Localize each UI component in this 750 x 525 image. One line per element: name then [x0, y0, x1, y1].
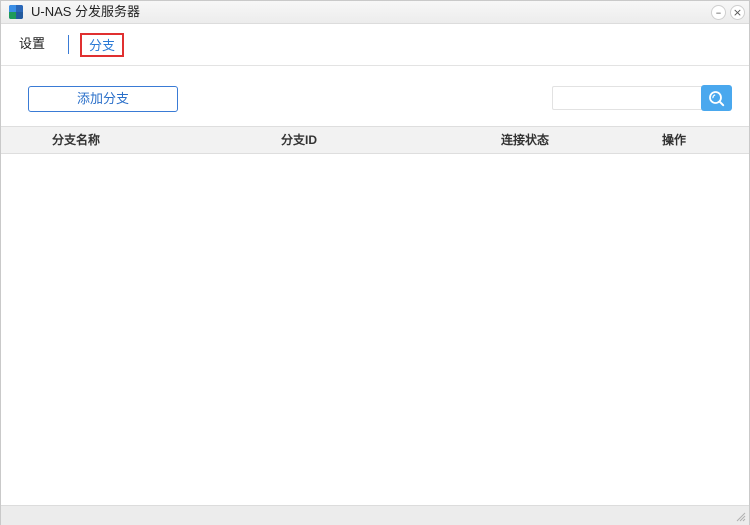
search-button[interactable] — [701, 85, 732, 111]
tab-divider — [68, 35, 69, 54]
title-bar: U-NAS 分发服务器 – × — [1, 1, 749, 24]
column-header-branch-id: 分支ID — [281, 133, 318, 147]
minimize-button[interactable]: – — [711, 5, 726, 20]
app-logo-icon — [9, 5, 23, 19]
tab-branch[interactable]: 分支 — [80, 33, 124, 57]
resize-grip-icon[interactable] — [734, 510, 746, 522]
add-branch-button[interactable]: 添加分支 — [28, 86, 178, 112]
search-input[interactable] — [552, 86, 702, 110]
column-header-actions: 操作 — [662, 133, 687, 147]
search-icon — [709, 91, 725, 107]
column-header-branch-name: 分支名称 — [52, 133, 101, 147]
status-bar — [1, 505, 749, 525]
tab-bar: 设置 分支 — [1, 25, 749, 66]
close-button[interactable]: × — [730, 5, 745, 20]
column-header-connection-status: 连接状态 — [501, 133, 550, 147]
table-header: 分支名称 分支ID 连接状态 操作 — [1, 126, 749, 154]
app-window: U-NAS 分发服务器 – × 设置 分支 添加分支 分支名称 分支ID 连接状… — [0, 0, 750, 525]
window-title: U-NAS 分发服务器 — [31, 4, 141, 19]
table-body — [1, 154, 749, 504]
tab-settings[interactable]: 设置 — [19, 33, 45, 57]
